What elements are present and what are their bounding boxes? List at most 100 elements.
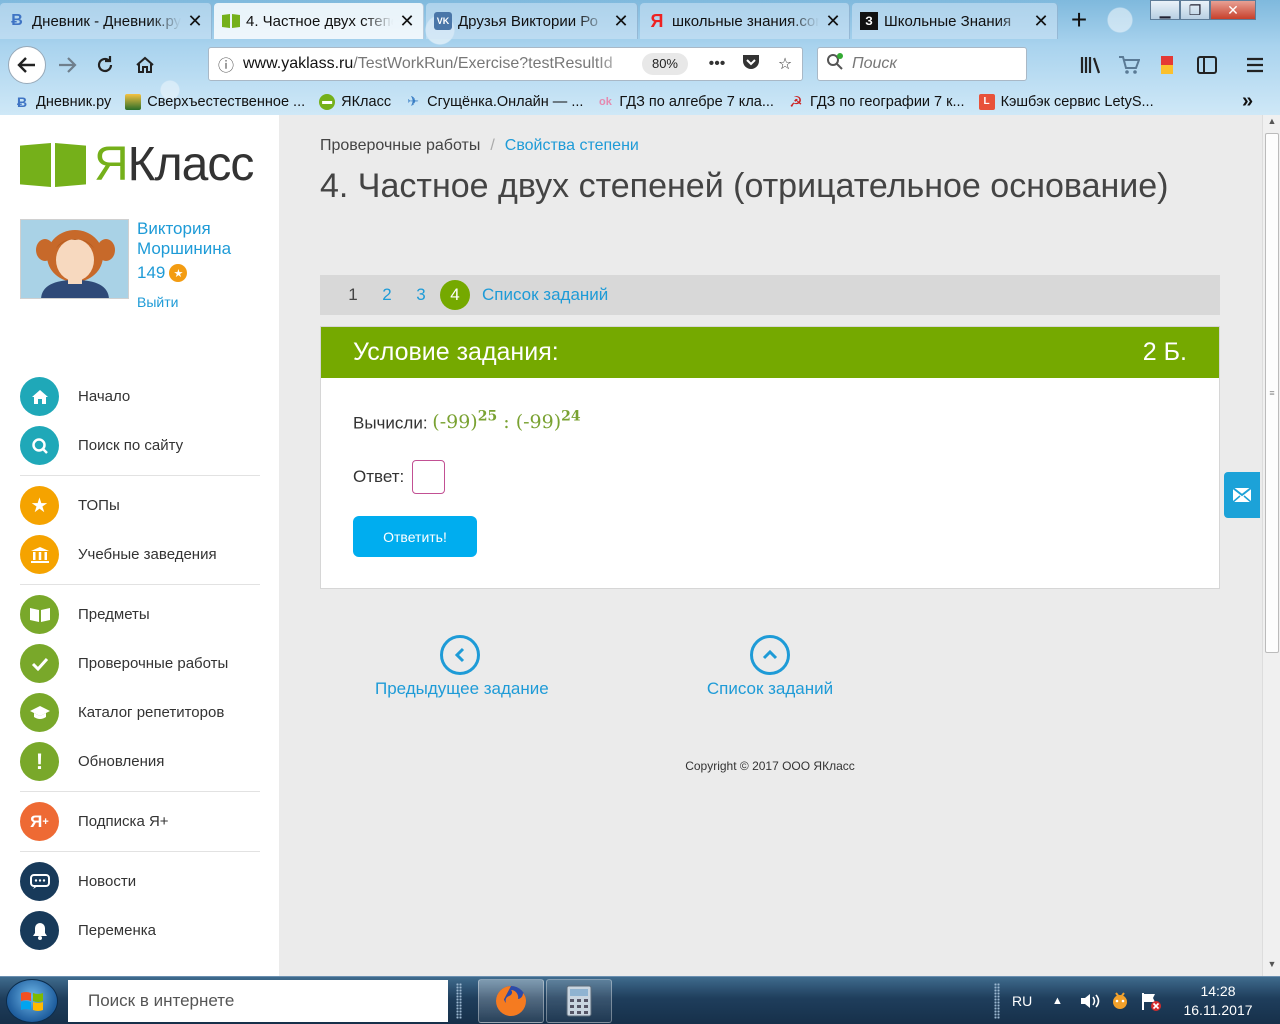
volume-icon[interactable] bbox=[1080, 977, 1102, 1024]
extension-flag-button[interactable] bbox=[1150, 48, 1184, 82]
sidebar-button[interactable] bbox=[1190, 48, 1224, 82]
menu-item-updates[interactable]: ! Обновления bbox=[20, 737, 260, 786]
system-clock[interactable]: 14:28 16.11.2017 bbox=[1180, 982, 1256, 1020]
tab-yandex[interactable]: Я школьные знания.com ✕ bbox=[640, 3, 850, 39]
taskbar-firefox[interactable] bbox=[478, 979, 544, 1023]
home-icon bbox=[20, 377, 59, 416]
menu-item-home[interactable]: Начало bbox=[20, 372, 260, 421]
close-icon[interactable]: ✕ bbox=[399, 11, 415, 32]
close-icon[interactable]: ✕ bbox=[187, 11, 203, 32]
tab-znaniya[interactable]: З Школьные Знания ✕ bbox=[852, 3, 1058, 39]
menu-item-subjects[interactable]: Предметы bbox=[20, 590, 260, 639]
user-score[interactable]: 149 ★ bbox=[137, 263, 188, 283]
browser-search-field[interactable]: Поиск bbox=[817, 47, 1027, 81]
menu-item-recess[interactable]: Переменка bbox=[20, 906, 260, 955]
page-2[interactable]: 2 bbox=[370, 285, 404, 305]
tab-vk[interactable]: VK Друзья Виктории Ро ✕ bbox=[426, 3, 638, 39]
reload-icon bbox=[97, 56, 113, 73]
institution-icon bbox=[20, 535, 59, 574]
breadcrumb-tests[interactable]: Проверочные работы bbox=[320, 137, 480, 154]
task-list-bottom-link[interactable]: Список заданий bbox=[690, 635, 850, 699]
bookmark-letyshops[interactable]: L Кэшбэк сервис LetyS... bbox=[978, 93, 1154, 110]
scroll-down-icon[interactable]: ▼ bbox=[1263, 959, 1280, 975]
scrollbar-thumb[interactable]: ≡ bbox=[1265, 133, 1279, 653]
scroll-up-icon[interactable]: ▲ bbox=[1263, 116, 1280, 132]
bookmark-dnevnik[interactable]: Ƀ Дневник.ру bbox=[14, 94, 111, 110]
bookmark-gdz-geography[interactable]: ☭ ГДЗ по географии 7 к... bbox=[788, 94, 964, 111]
page-title: 4. Частное двух степеней (отрицательное … bbox=[320, 167, 1169, 205]
logout-link[interactable]: Выйти bbox=[137, 294, 178, 310]
tray-expand-icon[interactable]: ▲ bbox=[1052, 977, 1063, 1024]
forward-button[interactable] bbox=[50, 48, 84, 82]
home-button[interactable] bbox=[128, 48, 162, 82]
book-icon bbox=[20, 595, 59, 634]
new-tab-button[interactable]: + bbox=[1064, 6, 1094, 36]
tv-icon bbox=[125, 93, 142, 110]
menu-item-subscription[interactable]: Я + Подписка Я+ bbox=[20, 797, 260, 846]
hamburger-icon bbox=[1247, 57, 1263, 73]
breadcrumb-power-properties[interactable]: Свойства степени bbox=[505, 137, 639, 154]
calculator-icon bbox=[566, 985, 592, 1017]
menu-item-news[interactable]: Новости bbox=[20, 857, 260, 906]
bird-icon: ✈ bbox=[407, 93, 419, 109]
tab-dnevnik[interactable]: Ƀ Дневник - Дневник.ру ✕ bbox=[0, 3, 212, 39]
restore-button[interactable]: ❐ bbox=[1180, 0, 1210, 20]
user-name-link[interactable]: Виктория Моршинина bbox=[137, 219, 277, 259]
library-icon bbox=[1080, 57, 1101, 74]
bookmark-gdz-algebra[interactable]: ok ГДЗ по алгебре 7 кла... bbox=[597, 94, 774, 110]
menu-item-tops[interactable]: ★ ТОПы bbox=[20, 481, 260, 530]
bookmarks-overflow-icon[interactable]: » bbox=[1242, 90, 1253, 113]
submit-answer-button[interactable]: Ответить! bbox=[353, 516, 477, 557]
menu-item-search[interactable]: Поиск по сайту bbox=[20, 421, 260, 470]
bookmark-supernatural[interactable]: Сверхъестественное ... bbox=[125, 93, 305, 110]
window-controls: ▁ ❐ ✕ bbox=[1150, 0, 1256, 22]
menu-divider bbox=[20, 475, 260, 476]
taskbar-calculator[interactable] bbox=[546, 979, 612, 1023]
taskbar-grip bbox=[456, 983, 462, 1019]
avatar[interactable] bbox=[20, 219, 129, 299]
flag-icon bbox=[1161, 56, 1173, 74]
close-icon[interactable]: ✕ bbox=[613, 11, 629, 32]
tray-grip bbox=[994, 983, 1000, 1019]
pocket-icon[interactable] bbox=[734, 54, 768, 75]
language-indicator[interactable]: RU bbox=[1012, 977, 1032, 1024]
back-button[interactable] bbox=[8, 46, 46, 84]
minimize-button[interactable]: ▁ bbox=[1150, 0, 1180, 20]
page-4-current[interactable]: 4 bbox=[440, 280, 470, 310]
library-button[interactable] bbox=[1074, 48, 1108, 82]
navigation-toolbar: ⓘ www.yaklass.ru/TestWorkRun/Exercise?te… bbox=[0, 42, 1280, 88]
menu-button[interactable] bbox=[1238, 48, 1272, 82]
menu-item-tutors[interactable]: Каталог репетиторов bbox=[20, 688, 260, 737]
page-actions-icon[interactable]: ••• bbox=[700, 55, 734, 73]
network-flag-icon[interactable] bbox=[1140, 977, 1162, 1024]
bookmark-yaklass[interactable]: ▬ ЯКласс bbox=[319, 93, 391, 110]
yaklass-logo[interactable]: ЯКласс bbox=[20, 141, 254, 189]
menu-item-institutions[interactable]: Учебные заведения bbox=[20, 530, 260, 579]
zoom-indicator[interactable]: 80% bbox=[641, 53, 688, 75]
bookmark-sgushchenka[interactable]: ✈ Сгущёнка.Онлайн — ... bbox=[405, 93, 583, 110]
url-text[interactable]: www.yaklass.ru/TestWorkRun/Exercise?test… bbox=[243, 55, 642, 73]
reload-button[interactable] bbox=[88, 48, 122, 82]
close-icon[interactable]: ✕ bbox=[825, 11, 841, 32]
bookmark-star-icon[interactable]: ☆ bbox=[768, 54, 802, 74]
feedback-mail-button[interactable] bbox=[1224, 472, 1260, 518]
info-icon[interactable]: ⓘ bbox=[209, 52, 243, 76]
taskbar-search-field[interactable]: Поиск в интернете bbox=[68, 980, 448, 1022]
page-3[interactable]: 3 bbox=[404, 285, 438, 305]
start-button[interactable] bbox=[6, 979, 58, 1023]
window-close-button[interactable]: ✕ bbox=[1210, 0, 1256, 20]
previous-task-link[interactable]: Предыдущее задание bbox=[375, 635, 549, 699]
menu-divider bbox=[20, 584, 260, 585]
windows-logo-icon bbox=[21, 992, 43, 1011]
page-1[interactable]: 1 bbox=[336, 285, 370, 305]
app-tray-icon[interactable] bbox=[1110, 977, 1130, 1024]
answer-input[interactable] bbox=[412, 460, 446, 494]
cart-button[interactable] bbox=[1112, 48, 1146, 82]
task-list-link[interactable]: Список заданий bbox=[482, 285, 608, 305]
tab-yaklass[interactable]: 4. Частное двух степеней ✕ bbox=[214, 3, 424, 39]
task-question: Вычисли: (-99)25 : (-99)24 bbox=[353, 409, 581, 434]
menu-item-tests[interactable]: Проверочные работы bbox=[20, 639, 260, 688]
close-icon[interactable]: ✕ bbox=[1033, 11, 1049, 32]
page-scrollbar[interactable]: ▲ ≡ ▼ bbox=[1262, 115, 1280, 976]
address-bar[interactable]: ⓘ www.yaklass.ru/TestWorkRun/Exercise?te… bbox=[208, 47, 803, 81]
